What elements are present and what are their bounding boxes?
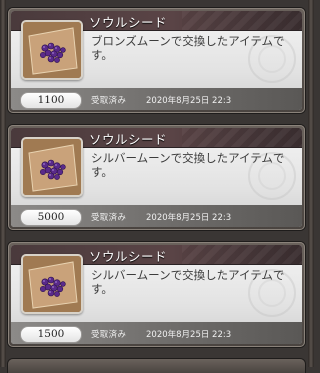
soul-seed-icon (21, 254, 83, 314)
item-name: ソウルシード (89, 132, 168, 147)
item-quantity: 5000 (20, 209, 82, 226)
item-info-bar: 1500 受取済み 2020年8月25日 22:3 (11, 322, 302, 344)
gift-item-card[interactable]: ソウルシード (8, 242, 305, 347)
gift-item-card[interactable]: ソウルシード (8, 8, 305, 113)
gift-item-card-partial[interactable] (8, 359, 305, 373)
item-quantity: 1100 (20, 92, 82, 109)
received-date: 2020年8月25日 22:3 (146, 96, 232, 106)
item-info-bar: 1100 受取済み 2020年8月25日 22:3 (11, 88, 302, 110)
soul-seed-icon (21, 20, 83, 80)
item-name: ソウルシード (89, 15, 168, 30)
card-body: ソウルシード (11, 128, 302, 227)
item-info-bar: 5000 受取済み 2020年8月25日 22:3 (11, 205, 302, 227)
received-date: 2020年8月25日 22:3 (146, 213, 232, 223)
gift-item-card[interactable]: ソウルシード (8, 125, 305, 230)
received-date: 2020年8月25日 22:3 (146, 330, 232, 340)
item-description: ブロンズムーンで交換したアイテムです。 (91, 34, 285, 62)
soul-seed-icon (21, 137, 83, 197)
item-description: シルバームーンで交換したアイテムです。 (91, 268, 285, 296)
received-status: 受取済み (91, 330, 127, 340)
received-status: 受取済み (91, 213, 127, 223)
received-status: 受取済み (91, 96, 127, 106)
item-quantity: 1500 (20, 326, 82, 343)
card-body: ソウルシード (11, 11, 302, 110)
gift-history-list: ソウルシード ブロンズムーンで交換したアイテムです。 1100 受取済み 202… (0, 0, 314, 373)
item-description: シルバームーンで交換したアイテムです。 (91, 151, 285, 179)
item-name: ソウルシード (89, 249, 168, 264)
card-body: ソウルシード (11, 245, 302, 344)
